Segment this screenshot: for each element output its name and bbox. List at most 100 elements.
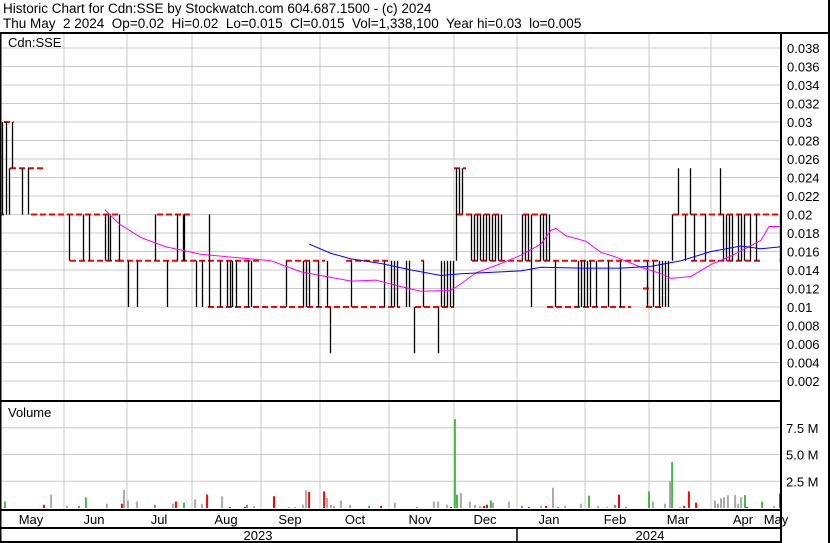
chart-canvas: Cdn:SSE Volume 0.038 0.036 0.034 0.032 0.03 0… xyxy=(0,0,830,543)
volume-tick-label: 2.5 M xyxy=(786,474,819,489)
volume-bar xyxy=(201,503,203,508)
volume-bar xyxy=(624,506,627,508)
month-label: May xyxy=(764,512,789,527)
month-label: Aug xyxy=(214,512,237,527)
volume-bar xyxy=(126,500,129,508)
price-tick-label: 0.008 xyxy=(787,319,820,334)
volume-bar xyxy=(614,504,617,508)
volume-bar xyxy=(84,497,87,508)
volume-bar xyxy=(648,491,650,508)
month-label: Jan xyxy=(539,512,560,527)
year-label: 2023 xyxy=(244,528,273,543)
price-tick-label: 0.038 xyxy=(787,41,820,56)
volume-bar xyxy=(308,491,311,508)
price-tick-label: 0.026 xyxy=(787,152,820,167)
volume-bar xyxy=(171,503,174,508)
volume-bar xyxy=(246,504,248,508)
volume-bar xyxy=(105,503,108,508)
volume-bar xyxy=(450,506,452,508)
volume-bar xyxy=(228,506,231,508)
month-label: Nov xyxy=(408,512,432,527)
volume-bar xyxy=(50,494,53,508)
volume-bar xyxy=(717,503,719,508)
volume-bar xyxy=(492,502,494,508)
price-tick-label: 0.006 xyxy=(787,337,820,352)
price-tick-label: 0.03 xyxy=(787,115,812,130)
volume-bar xyxy=(432,501,435,508)
volume-bar xyxy=(687,491,690,508)
volume-bar xyxy=(459,493,462,508)
volume-bar xyxy=(416,506,419,508)
price-tick-label: 0.004 xyxy=(787,356,820,371)
volume-bar xyxy=(588,495,590,508)
price-tick-label: 0.034 xyxy=(787,78,820,93)
price-tick-label: 0.036 xyxy=(787,60,820,75)
volume-bar xyxy=(468,501,471,508)
volume-bar xyxy=(206,494,209,508)
volume-bar xyxy=(453,419,456,508)
year-label: 2024 xyxy=(636,528,665,543)
volume-tick-label: 7.5 M xyxy=(786,421,819,436)
volume-bar xyxy=(746,506,749,508)
stock-chart: Historic Chart for Cdn:SSE by Stockwatch… xyxy=(0,0,830,543)
month-label: Oct xyxy=(345,512,366,527)
volume-bar xyxy=(339,500,342,508)
volume-bar xyxy=(348,504,351,508)
month-label: Dec xyxy=(473,512,497,527)
volume-bar xyxy=(66,505,68,508)
volume-bar xyxy=(734,495,737,508)
volume-bar xyxy=(474,504,476,508)
volume-bar xyxy=(446,504,449,508)
volume-bar xyxy=(288,506,290,508)
volume-bar xyxy=(333,505,335,508)
volume-bar xyxy=(740,497,743,508)
volume-bar xyxy=(618,494,620,508)
volume-bar xyxy=(669,481,671,508)
month-label: May xyxy=(19,512,44,527)
volume-bar xyxy=(737,503,740,508)
volume-bar xyxy=(695,502,698,508)
volume-bar xyxy=(153,504,156,508)
volume-bar xyxy=(552,487,554,508)
volume-bar xyxy=(723,497,725,508)
volume-bar xyxy=(564,505,566,508)
price-tick-label: 0.024 xyxy=(787,171,820,186)
volume-bar xyxy=(528,506,530,508)
volume-bar xyxy=(714,500,716,508)
month-label: Jun xyxy=(84,512,105,527)
volume-bar xyxy=(393,502,396,508)
volume-bar xyxy=(744,495,746,508)
volume-bar xyxy=(135,501,138,508)
month-label: Mar xyxy=(667,512,690,527)
price-tick-label: 0.002 xyxy=(787,374,820,389)
volume-bar xyxy=(3,501,6,508)
volume-bar xyxy=(671,461,674,508)
volume-bar xyxy=(606,506,608,508)
volume-bar xyxy=(273,496,275,508)
volume-bar xyxy=(579,503,582,508)
price-tick-label: 0.022 xyxy=(787,189,820,204)
volume-bar xyxy=(183,502,185,508)
volume-bar xyxy=(483,505,485,508)
volume-bar xyxy=(540,505,542,508)
volume-bar xyxy=(521,505,524,508)
volume-bar xyxy=(294,506,296,508)
volume-bar xyxy=(683,505,686,508)
volume-bar xyxy=(597,505,599,508)
price-tick-label: 0.012 xyxy=(787,282,820,297)
volume-bar xyxy=(651,501,654,508)
volume-bar xyxy=(489,500,492,508)
symbol-label: Cdn:SSE xyxy=(8,35,62,50)
volume-bar xyxy=(243,506,246,508)
volume-bar xyxy=(545,505,548,508)
volume-bar xyxy=(761,501,764,508)
volume-bar xyxy=(302,504,305,508)
volume-bar xyxy=(663,503,666,508)
price-tick-label: 0.032 xyxy=(787,97,820,112)
volume-bar xyxy=(305,490,308,508)
volume-bar xyxy=(194,499,197,508)
volume-bar xyxy=(726,495,729,508)
price-tick-label: 0.02 xyxy=(787,208,812,223)
price-tick-label: 0.016 xyxy=(787,245,820,260)
volume-bar xyxy=(486,504,488,508)
